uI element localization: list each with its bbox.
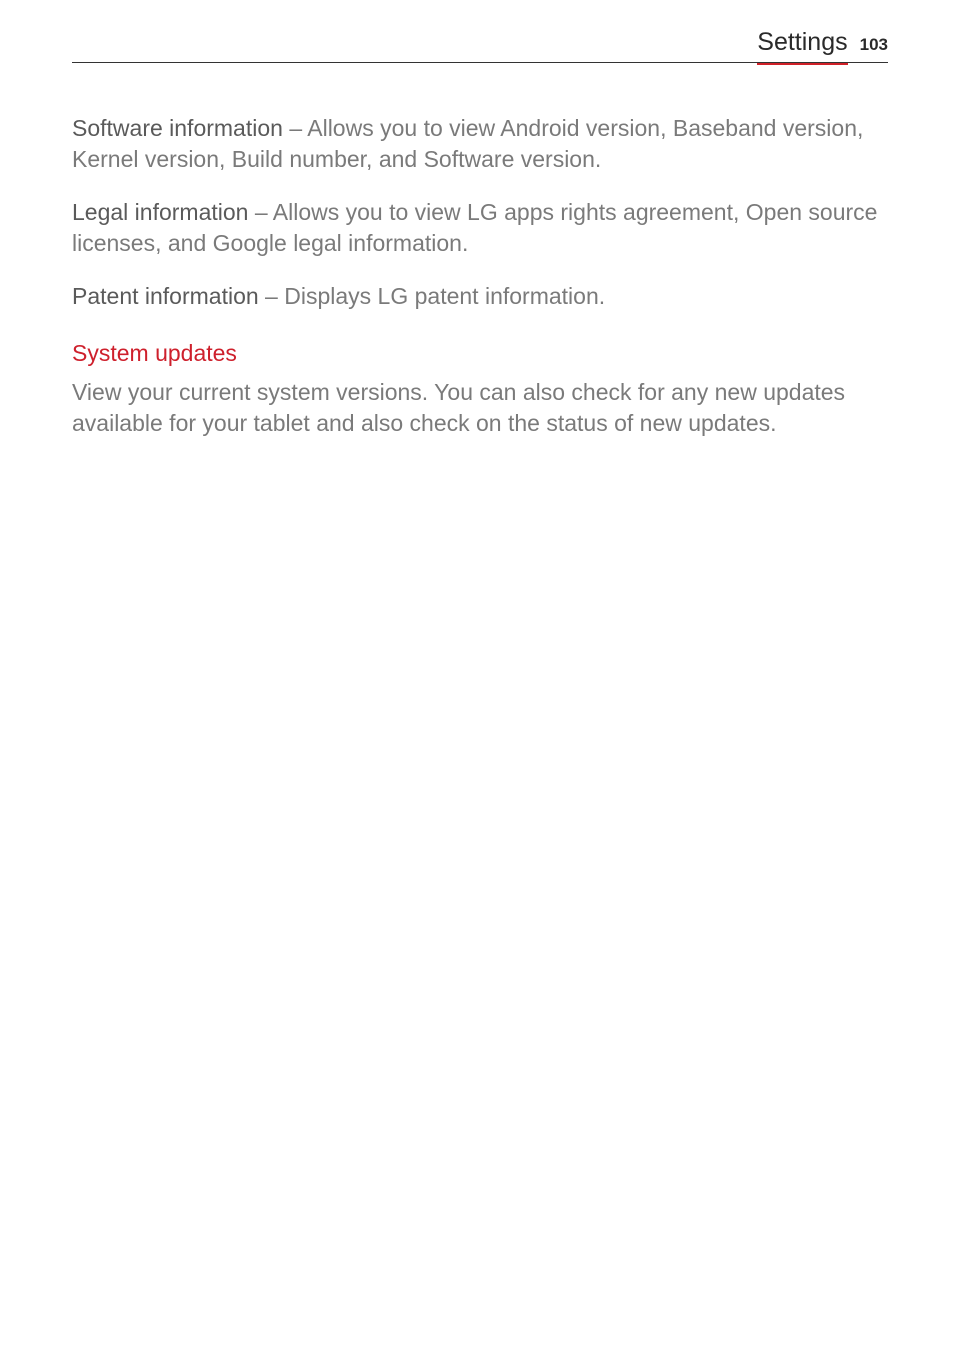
body-patent-information: – Displays LG patent information. xyxy=(259,283,605,309)
term-legal-information: Legal information xyxy=(72,199,248,225)
paragraph-patent-information: Patent information – Displays LG patent … xyxy=(72,281,888,312)
paragraph-system-updates: View your current system versions. You c… xyxy=(72,377,888,439)
paragraph-software-information: Software information – Allows you to vie… xyxy=(72,113,888,175)
page-header: Settings 103 xyxy=(72,28,888,63)
term-software-information: Software information xyxy=(72,115,283,141)
term-patent-information: Patent information xyxy=(72,283,259,309)
page-container: Settings 103 Software information – Allo… xyxy=(0,0,954,439)
paragraph-legal-information: Legal information – Allows you to view L… xyxy=(72,197,888,259)
header-section-title: Settings xyxy=(757,28,847,65)
header-page-number: 103 xyxy=(860,35,888,55)
heading-system-updates: System updates xyxy=(72,340,888,367)
